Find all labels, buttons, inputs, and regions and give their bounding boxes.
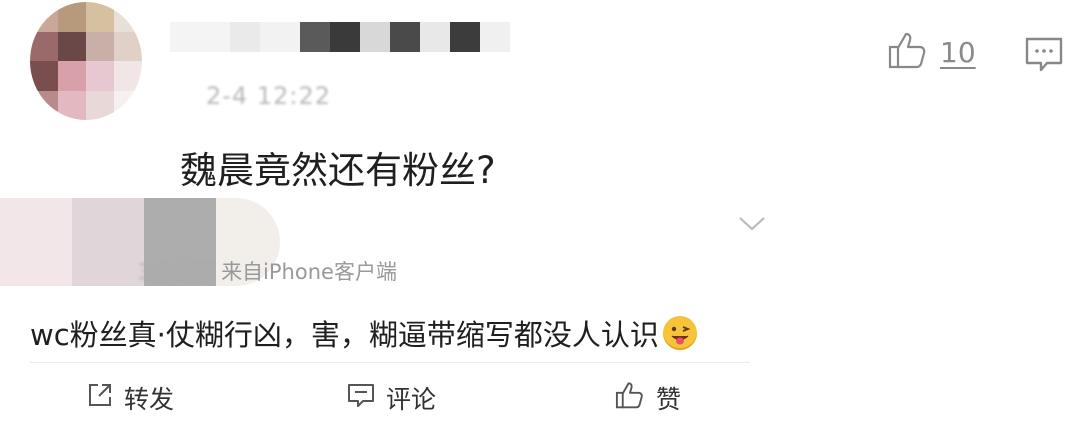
emoji-icon	[662, 316, 697, 350]
comment-time: 2-4 12:22	[206, 82, 331, 110]
reply-icon	[1024, 37, 1064, 78]
comment-like-button[interactable]: 10	[886, 30, 976, 74]
comment-button[interactable]: 评论	[346, 380, 436, 416]
comment-text: 魏晨竟然还有粉丝?	[180, 149, 496, 192]
more-options[interactable]	[737, 215, 767, 237]
thumbs-up-icon	[614, 380, 646, 416]
divider	[30, 362, 750, 363]
chevron-down-icon	[737, 217, 767, 237]
comment-label: 评论	[386, 385, 437, 414]
post-meta: 3分钟前 来自iPhone客户端	[138, 256, 397, 286]
forward-label: 转发	[124, 385, 175, 414]
reply-button[interactable]	[1024, 36, 1064, 78]
forward-button[interactable]: 转发	[86, 380, 174, 416]
post-text: wc粉丝真·仗糊行凶，害，糊逼带缩写都没人认识	[30, 318, 659, 352]
avatar[interactable]	[30, 2, 142, 120]
post-source: 来自iPhone客户端	[221, 260, 397, 284]
username[interactable]	[170, 22, 510, 52]
like-count: 10	[940, 35, 976, 69]
post-text-container: wc粉丝真·仗糊行凶，害，糊逼带缩写都没人认识	[30, 312, 697, 354]
like-label: 赞	[656, 385, 682, 414]
like-button[interactable]: 赞	[614, 380, 681, 416]
share-icon	[86, 381, 114, 415]
post-time: 3分钟前	[138, 260, 215, 284]
thumbs-up-icon	[886, 30, 930, 74]
comment-icon	[346, 381, 376, 415]
